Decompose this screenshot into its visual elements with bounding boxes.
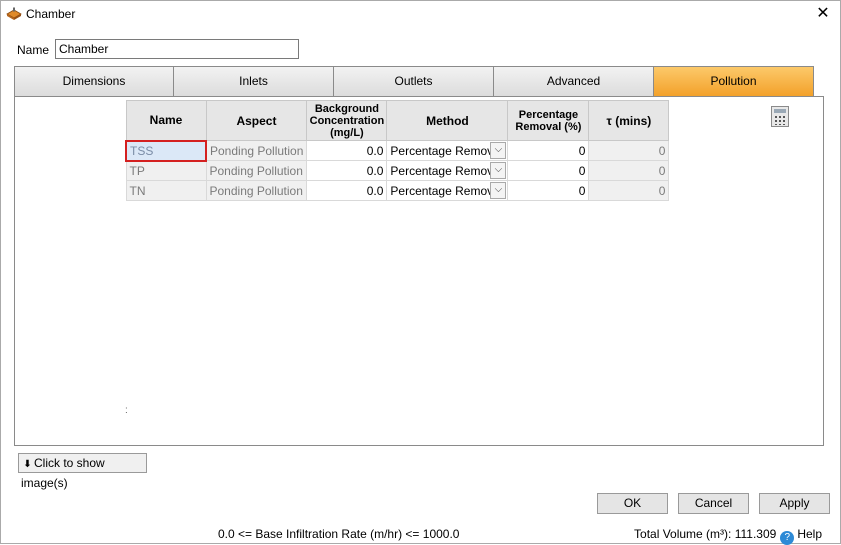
row-method-value: Percentage Removal [390, 183, 503, 198]
row-name-cell[interactable]: TN [125, 180, 207, 201]
row-background-cell[interactable]: 0.0 [306, 180, 388, 201]
window-title: Chamber [26, 7, 76, 21]
row-background-cell[interactable]: 0.0 [306, 160, 388, 181]
title-bar: Chamber ✕ [1, 1, 840, 29]
row-aspect-cell: Ponding Pollution [205, 180, 308, 201]
total-volume-text: Total Volume (m³): 111.309 [634, 527, 777, 541]
table-row: TP Ponding Pollution 0.0 Percentage Remo… [125, 160, 670, 181]
name-input[interactable] [55, 39, 299, 59]
row-name-cell[interactable]: TP [125, 160, 207, 181]
row-name-cell[interactable]: TSS [125, 139, 207, 162]
name-label: Name [17, 43, 50, 57]
calculator-screen [774, 109, 786, 113]
apply-button[interactable]: Apply [759, 493, 830, 514]
help-icon[interactable]: ? [780, 531, 795, 545]
row-method-select[interactable]: Percentage Removal ⌵ [386, 160, 509, 181]
header-aspect: Aspect [205, 100, 308, 141]
calculator-keys [774, 115, 786, 125]
row-aspect-cell: Ponding Pollution [205, 160, 308, 181]
calculator-icon[interactable] [771, 106, 789, 127]
row-tau-cell: 0 [588, 180, 670, 201]
cancel-button[interactable]: Cancel [678, 493, 749, 514]
pollution-grid: Name Aspect Background Concentration (mg… [125, 100, 670, 201]
ok-button[interactable]: OK [597, 493, 668, 514]
tab-inlets[interactable]: Inlets [174, 66, 334, 97]
tab-strip: Dimensions Inlets Outlets Advanced Pollu… [14, 66, 815, 97]
header-method: Method [386, 100, 509, 141]
status-bar: 0.0 <= Base Infiltration Rate (m/hr) <= … [1, 521, 840, 545]
table-row: TN Ponding Pollution 0.0 Percentage Remo… [125, 180, 670, 201]
row-aspect-cell: Ponding Pollution [205, 140, 308, 161]
double-chevron-down-icon: ⬇ [23, 459, 32, 470]
header-name: Name [125, 100, 207, 141]
show-images-button[interactable]: ⬇ Click to show image(s) [18, 453, 147, 490]
row-method-select[interactable]: Percentage Removal ⌵ [386, 180, 509, 201]
header-tau: τ (mins) [588, 100, 670, 141]
panel-marker: : [125, 405, 128, 416]
infiltration-range-text: 0.0 <= Base Infiltration Rate (m/hr) <= … [218, 527, 460, 541]
pollution-panel: Name Aspect Background Concentration (mg… [14, 96, 824, 446]
row-removal-cell[interactable]: 0 [507, 180, 590, 201]
grid-header-row: Name Aspect Background Concentration (mg… [125, 100, 670, 141]
tab-outlets[interactable]: Outlets [334, 66, 494, 97]
dialog-window: Chamber ✕ Name Dimensions Inlets Outlets… [0, 0, 841, 545]
tab-pollution[interactable]: Pollution [654, 66, 814, 97]
row-tau-cell: 0 [588, 160, 670, 181]
row-method-select[interactable]: Percentage Removal ⌵ [386, 140, 509, 161]
row-tau-cell: 0 [588, 140, 670, 161]
row-removal-cell[interactable]: 0 [507, 160, 590, 181]
help-link[interactable]: Help [797, 527, 822, 541]
close-icon[interactable]: ✕ [812, 4, 834, 24]
row-removal-cell[interactable]: 0 [507, 140, 590, 161]
chamber-app-icon [6, 7, 22, 20]
chevron-down-icon[interactable]: ⌵ [490, 182, 507, 199]
row-method-value: Percentage Removal [390, 143, 503, 158]
table-row: TSS Ponding Pollution 0.0 Percentage Rem… [125, 139, 670, 162]
tab-dimensions[interactable]: Dimensions [14, 66, 174, 97]
chevron-down-icon[interactable]: ⌵ [490, 142, 507, 159]
status-right: Total Volume (m³): 111.309? Help [634, 527, 822, 545]
chevron-down-icon[interactable]: ⌵ [490, 162, 507, 179]
header-background-concentration: Background Concentration (mg/L) [306, 100, 388, 141]
tab-advanced[interactable]: Advanced [494, 66, 654, 97]
row-method-value: Percentage Removal [390, 163, 503, 178]
header-percentage-removal: Percentage Removal (%) [507, 100, 590, 141]
row-background-cell[interactable]: 0.0 [306, 140, 388, 161]
